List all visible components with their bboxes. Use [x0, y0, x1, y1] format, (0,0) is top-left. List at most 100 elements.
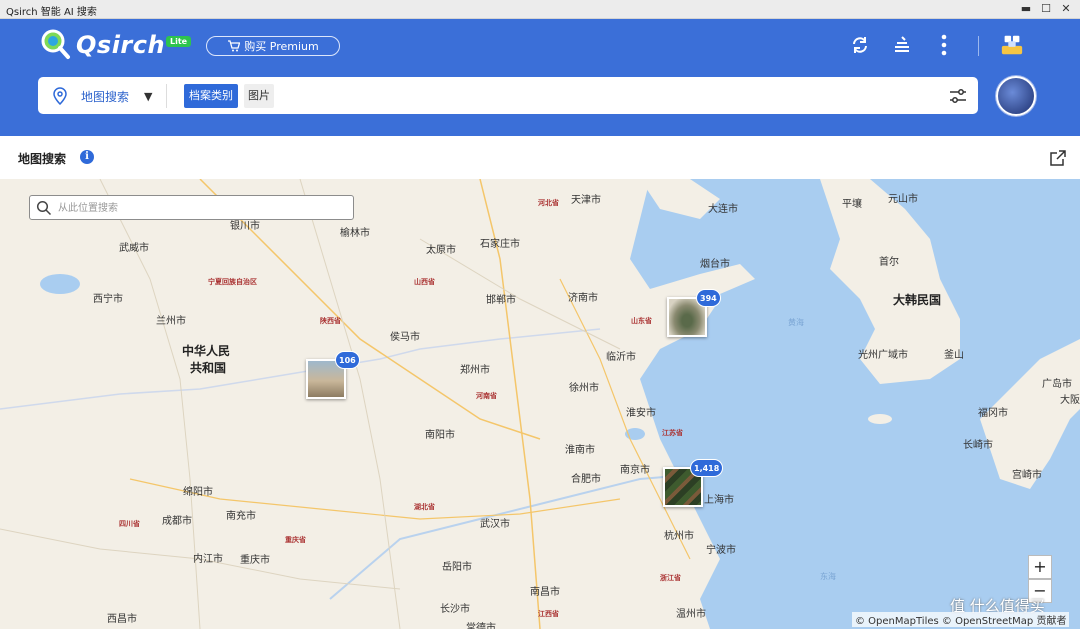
province-label: 湖北省: [414, 503, 435, 511]
ai-assistant-avatar[interactable]: [996, 76, 1036, 116]
city-label: 杭州市: [664, 531, 694, 542]
city-label: 南阳市: [425, 430, 455, 441]
city-label: 重庆市: [240, 555, 270, 566]
city-label: 釜山: [944, 350, 964, 361]
chevron-down-icon[interactable]: ▼: [144, 90, 152, 103]
province-label: 四川省: [119, 520, 140, 528]
map-location-search[interactable]: [29, 195, 354, 220]
city-label: 济南市: [568, 293, 598, 304]
lite-badge: Lite: [166, 36, 192, 47]
buy-premium-button[interactable]: 购买 Premium: [206, 36, 340, 56]
stack-icon: [895, 36, 909, 52]
qsirch-logo-icon: [41, 29, 70, 59]
city-label: 岳阳市: [442, 562, 472, 573]
task-stack-button[interactable]: [890, 33, 914, 57]
more-menu-button[interactable]: [932, 33, 956, 57]
city-label: 太原市: [426, 245, 456, 256]
city-label: 石家庄市: [480, 239, 520, 250]
city-label: 邯郸市: [486, 295, 516, 306]
filter-settings-icon[interactable]: [948, 86, 968, 106]
map-panel-header: 地图搜索 i: [0, 136, 1080, 179]
buy-premium-label: 购买 Premium: [244, 40, 319, 53]
city-label: 常德市: [466, 623, 496, 629]
city-label: 内江市: [193, 554, 223, 565]
map-panel-title: 地图搜索: [18, 152, 67, 166]
close-button[interactable]: ✕: [1058, 2, 1074, 16]
city-label: 福冈市: [978, 408, 1008, 419]
city-label: 西昌市: [107, 614, 137, 625]
maximize-button[interactable]: ☐: [1038, 2, 1054, 16]
open-external-icon[interactable]: [1048, 148, 1068, 168]
province-label: 宁夏回族自治区: [208, 278, 257, 286]
city-label: 长崎市: [963, 440, 993, 451]
location-pin-icon: [53, 87, 67, 105]
city-label: 武汉市: [480, 519, 510, 530]
country-label: 中华人民: [182, 344, 231, 358]
province-label: 山西省: [414, 278, 435, 286]
city-label: 平壤: [842, 199, 862, 210]
city-label: 天津市: [571, 195, 601, 206]
map-attribution[interactable]: © OpenMapTiles © OpenStreetMap 贡献者: [852, 612, 1070, 627]
sea-label: 东海: [820, 572, 836, 581]
city-label: 大阪市: [1060, 395, 1080, 406]
city-label: 上海市: [704, 495, 734, 506]
province-label: 山东省: [631, 317, 652, 325]
city-label: 绵阳市: [183, 487, 213, 498]
city-label: 光州广域市: [858, 350, 908, 361]
city-label: 元山市: [888, 194, 918, 205]
city-label: 烟台市: [700, 259, 730, 270]
minimize-button[interactable]: ▬: [1018, 2, 1034, 16]
search-icon: [36, 200, 52, 216]
city-label: 武威市: [119, 243, 149, 254]
province-label: 河南省: [476, 392, 497, 400]
city-label: 兰州市: [156, 316, 186, 327]
cluster-count-badge[interactable]: 106: [335, 351, 360, 369]
city-label: 郑州市: [460, 365, 490, 376]
city-label: 西宁市: [93, 294, 123, 305]
city-label: 合肥市: [571, 474, 601, 485]
app-store-icon: [1001, 35, 1023, 55]
city-label: 宫崎市: [1012, 470, 1042, 481]
chip-images[interactable]: 图片: [244, 84, 274, 108]
city-label: 南充市: [226, 511, 256, 522]
chip-file-category[interactable]: 档案类别: [184, 84, 238, 108]
province-label: 江西省: [538, 610, 559, 618]
app-center-button[interactable]: [1000, 33, 1024, 57]
title-bar: Qsirch 智能 AI 搜索 ▬ ☐ ✕: [0, 0, 1080, 19]
info-icon[interactable]: i: [80, 150, 94, 164]
country-label: 大韩民国: [893, 293, 942, 307]
cluster-count-badge[interactable]: 1,418: [690, 459, 724, 477]
more-icon: [941, 34, 947, 56]
city-label: 广岛市: [1042, 379, 1072, 390]
sea-label: 黄海: [788, 318, 804, 327]
city-label: 侯马市: [390, 332, 420, 343]
city-label: 淮南市: [565, 445, 595, 456]
app-header: Qsirch Lite 购买 Premium 地图搜索 ▼ 档案类别 图片: [0, 19, 1080, 136]
city-label: 南京市: [620, 465, 650, 476]
city-label: 大连市: [708, 204, 738, 215]
main-search-bar[interactable]: 地图搜索 ▼ 档案类别 图片: [38, 77, 978, 114]
zoom-in-button[interactable]: +: [1028, 555, 1052, 579]
search-divider: [166, 84, 167, 108]
map-background: [0, 179, 1080, 629]
map-search-input[interactable]: [58, 199, 348, 217]
cart-icon: [228, 40, 241, 52]
city-label: 首尔: [879, 257, 899, 268]
cluster-count-badge[interactable]: 394: [696, 289, 721, 307]
province-label: 江苏省: [662, 429, 683, 437]
refresh-button[interactable]: [848, 33, 872, 57]
logo-text: Qsirch: [76, 31, 166, 59]
city-label: 临沂市: [606, 352, 636, 363]
city-label: 南昌市: [530, 587, 560, 598]
country-label: 共和国: [190, 361, 227, 375]
city-label: 成都市: [162, 516, 192, 527]
city-label: 徐州市: [569, 383, 599, 394]
province-label: 重庆省: [285, 536, 306, 544]
province-label: 陕西省: [320, 317, 341, 325]
province-label: 河北省: [538, 199, 559, 207]
city-label: 银川市: [230, 221, 260, 232]
search-mode-label[interactable]: 地图搜索: [81, 88, 129, 105]
header-divider: [978, 36, 979, 56]
refresh-icon: [853, 37, 867, 53]
map-view[interactable]: 天津市 大连市 元山市 平壤 银川市 榆林市 太原市 石家庄市 烟台市 首尔 武…: [0, 179, 1080, 629]
